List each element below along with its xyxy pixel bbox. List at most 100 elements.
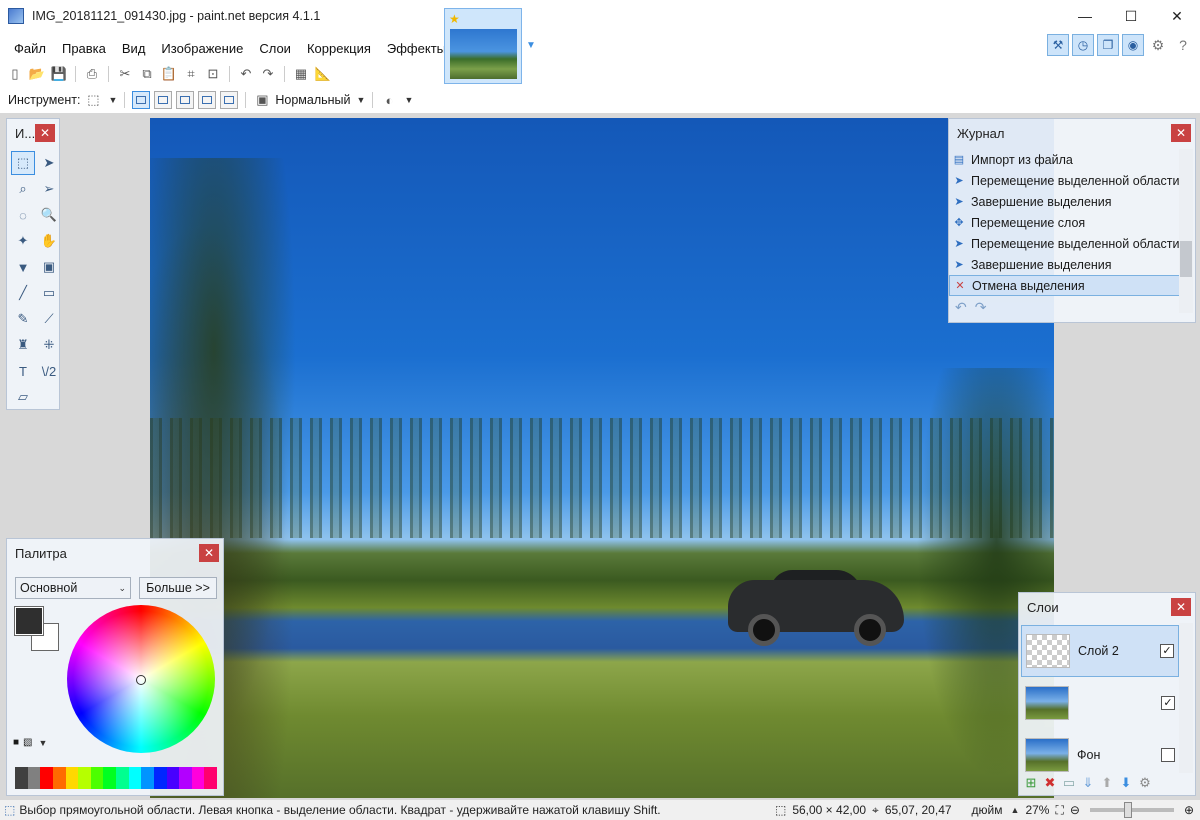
zoom-icon[interactable]: 🔍 xyxy=(37,203,61,227)
palette-swatch[interactable] xyxy=(40,767,53,789)
current-tool-icon[interactable]: ⬚ xyxy=(84,91,102,109)
palette-swatch[interactable] xyxy=(65,767,79,789)
tool-dropdown-caret-icon[interactable]: ▼ xyxy=(108,95,117,105)
paste-icon[interactable]: 📋 xyxy=(160,65,178,83)
palette-more-button[interactable]: Больше >> xyxy=(139,577,217,599)
close-button[interactable]: ✕ xyxy=(1154,0,1200,32)
palette-menu-caret-icon[interactable]: ▼ xyxy=(39,738,48,748)
zoom-value[interactable]: 27% xyxy=(1025,803,1049,817)
history-scroll-thumb[interactable] xyxy=(1180,241,1192,277)
palette-swatch[interactable] xyxy=(179,767,192,789)
history-scrollbar[interactable] xyxy=(1179,149,1193,313)
selection-mode-exclude-button[interactable] xyxy=(176,91,195,109)
undo-icon[interactable]: ↶ xyxy=(237,65,255,83)
move-selection-icon[interactable]: ➢ xyxy=(37,177,61,201)
history-item[interactable]: ➤ Завершение выделения xyxy=(949,254,1181,275)
selection-mode-union-button[interactable] xyxy=(154,91,173,109)
tools-toggle-icon[interactable]: ⚒ xyxy=(1047,34,1069,56)
print-icon[interactable]: ⎙ xyxy=(83,65,101,83)
layers-panel-close-icon[interactable]: ✕ xyxy=(1171,598,1191,616)
history-item[interactable]: ✕ Отмена выделения xyxy=(949,275,1181,296)
colors-toggle-icon[interactable]: ◉ xyxy=(1122,34,1144,56)
gradient-icon[interactable]: ▣ xyxy=(37,255,61,279)
menu-edit[interactable]: Правка xyxy=(54,41,114,56)
menu-layers[interactable]: Слои xyxy=(251,41,299,56)
history-item[interactable]: ▤ Импорт из файла xyxy=(949,149,1181,170)
layer-visibility-checkbox[interactable]: ✓ xyxy=(1161,696,1175,710)
palette-swatch[interactable] xyxy=(15,767,28,789)
clone-stamp-icon[interactable]: ♜ xyxy=(11,333,35,357)
blend-mode-caret-icon[interactable]: ▼ xyxy=(357,95,366,105)
layer-row[interactable]: Слой 2 ✓ xyxy=(1021,625,1179,677)
merge-layer-down-icon[interactable]: ⇓ xyxy=(1080,775,1096,791)
palette-swatch[interactable] xyxy=(90,767,104,789)
duplicate-layer-icon[interactable]: ▭ xyxy=(1061,775,1077,791)
menu-file[interactable]: Файл xyxy=(6,41,54,56)
selection-mode-replace-button[interactable] xyxy=(132,91,151,109)
pan-icon[interactable]: ✋ xyxy=(37,229,61,253)
settings-gear-icon[interactable]: ⚙ xyxy=(1147,34,1169,56)
history-redo-icon[interactable]: ↷ xyxy=(975,299,987,316)
layers-toggle-icon[interactable]: ❐ xyxy=(1097,34,1119,56)
palette-swatch[interactable] xyxy=(153,767,167,789)
palette-swatch[interactable] xyxy=(191,767,205,789)
menu-effects[interactable]: Эффекты xyxy=(379,41,454,56)
text-icon[interactable]: T xyxy=(11,359,35,383)
image-canvas[interactable] xyxy=(150,118,1054,798)
palette-swatch[interactable] xyxy=(204,767,217,789)
menu-adjustments[interactable]: Коррекция xyxy=(299,41,379,56)
move-layer-down-icon[interactable]: ⬇ xyxy=(1118,775,1134,791)
redo-icon[interactable]: ↷ xyxy=(259,65,277,83)
move-selected-pixels-icon[interactable]: ➤ xyxy=(37,151,61,175)
palette-swatch[interactable] xyxy=(116,767,129,789)
line-curve-icon[interactable]: \/2 xyxy=(37,359,61,383)
palette-swatch[interactable] xyxy=(103,767,116,789)
history-toggle-icon[interactable]: ◷ xyxy=(1072,34,1094,56)
palette-swatch[interactable] xyxy=(166,767,180,789)
lasso-select-icon[interactable]: ⌕ xyxy=(11,177,35,201)
reset-colors-icon[interactable]: ■ xyxy=(13,737,19,748)
minimize-button[interactable]: — xyxy=(1062,0,1108,32)
zoom-slider-knob[interactable] xyxy=(1123,802,1132,818)
color-wheel-cursor[interactable] xyxy=(136,675,146,685)
history-item[interactable]: ➤ Завершение выделения xyxy=(949,191,1181,212)
pencil-icon[interactable]: ✎ xyxy=(11,307,35,331)
rectangle-select-icon[interactable]: ⬚ xyxy=(11,151,35,175)
open-file-icon[interactable]: 📂 xyxy=(28,65,46,83)
history-undo-icon[interactable]: ↶ xyxy=(955,299,967,316)
delete-layer-icon[interactable]: ✖ xyxy=(1042,775,1058,791)
deselect-icon[interactable]: ⊡ xyxy=(204,65,222,83)
cut-icon[interactable]: ✂ xyxy=(116,65,134,83)
image-tab-thumbnail[interactable]: ★ xyxy=(444,8,522,84)
history-panel-close-icon[interactable]: ✕ xyxy=(1171,124,1191,142)
layers-scrollbar[interactable] xyxy=(1179,623,1193,773)
palette-swatch[interactable] xyxy=(141,767,154,789)
zoom-in-icon[interactable]: ⊕ xyxy=(1184,803,1194,817)
ellipse-select-icon[interactable]: ◌ xyxy=(11,203,35,227)
zoom-slider[interactable] xyxy=(1089,802,1174,818)
palette-swatch[interactable] xyxy=(128,767,142,789)
antialiasing-caret-icon[interactable]: ▼ xyxy=(404,95,413,105)
palette-menu-icon[interactable]: ▧ xyxy=(23,737,32,748)
rulers-icon[interactable]: 📐 xyxy=(314,65,332,83)
recolor-icon[interactable]: ⁜ xyxy=(37,333,61,357)
color-picker-icon[interactable]: ⟋ xyxy=(37,307,61,331)
copy-icon[interactable]: ⧉ xyxy=(138,65,156,83)
palette-mode-select[interactable]: Основной ⌄ xyxy=(15,577,131,599)
zoom-out-icon[interactable]: ⊖ xyxy=(1070,803,1080,817)
add-layer-icon[interactable]: ⊞ xyxy=(1023,775,1039,791)
palette-panel-close-icon[interactable]: ✕ xyxy=(199,544,219,562)
palette-swatch[interactable] xyxy=(78,767,91,789)
layer-properties-icon[interactable]: ⚙ xyxy=(1137,775,1153,791)
layer-visibility-checkbox[interactable] xyxy=(1161,748,1175,762)
primary-color-swatch[interactable] xyxy=(14,606,44,636)
paint-bucket-icon[interactable]: ▼ xyxy=(11,255,35,279)
move-layer-up-icon[interactable]: ⬆ xyxy=(1099,775,1115,791)
layer-visibility-checkbox[interactable]: ✓ xyxy=(1160,644,1174,658)
palette-swatch[interactable] xyxy=(27,767,41,789)
menu-view[interactable]: Вид xyxy=(114,41,154,56)
history-item[interactable]: ✥ Перемещение слоя xyxy=(949,212,1181,233)
shapes-icon[interactable]: ▱ xyxy=(11,385,35,409)
save-icon[interactable]: 💾 xyxy=(50,65,68,83)
eraser-icon[interactable]: ▭ xyxy=(37,281,61,305)
